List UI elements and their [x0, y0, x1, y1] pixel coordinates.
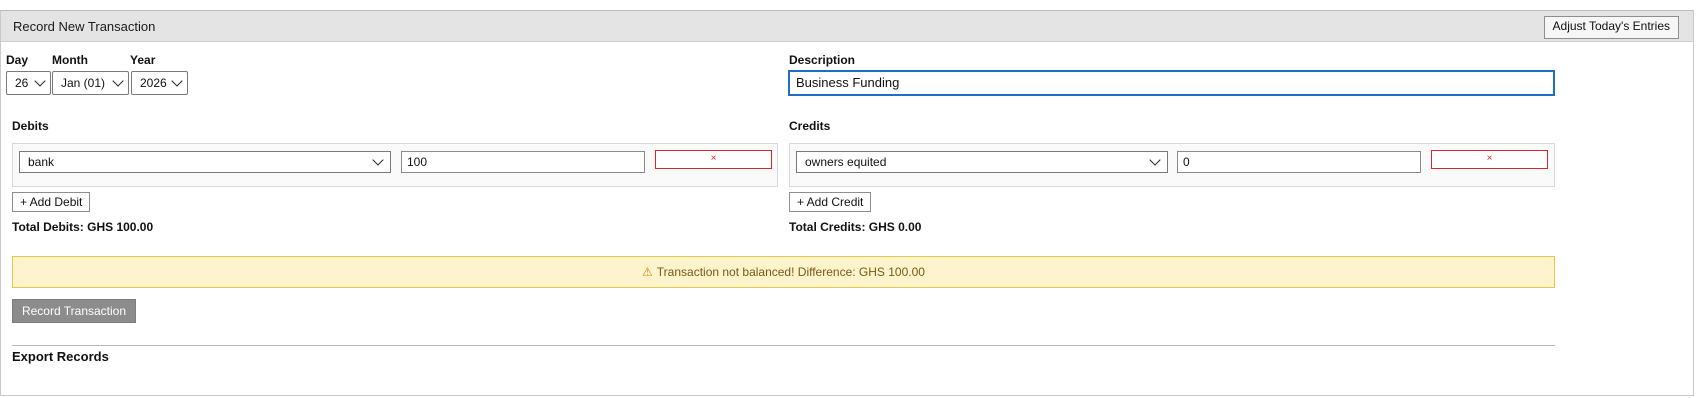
- debit-amount-input[interactable]: 100: [401, 151, 645, 173]
- warning-text: Transaction not balanced! Difference: GH…: [656, 265, 925, 279]
- remove-credit-button[interactable]: ×: [1431, 150, 1548, 169]
- description-input[interactable]: Business Funding: [788, 70, 1555, 96]
- year-select[interactable]: 2026: [131, 71, 188, 95]
- close-icon: ×: [710, 153, 717, 164]
- chevron-down-icon: [372, 154, 384, 166]
- credit-account-value: owners equited: [805, 155, 887, 169]
- record-transaction-button[interactable]: Record Transaction: [12, 299, 136, 323]
- credit-account-select[interactable]: owners equited: [796, 151, 1168, 173]
- divider: [12, 345, 1555, 346]
- close-icon: ×: [1486, 153, 1493, 164]
- debit-account-select[interactable]: bank: [19, 151, 391, 173]
- add-credit-button[interactable]: + Add Credit: [789, 192, 872, 212]
- credits-title: Credits: [789, 119, 831, 133]
- day-label: Day: [6, 53, 29, 67]
- description-label: Description: [789, 53, 856, 67]
- day-select[interactable]: 26: [6, 71, 51, 95]
- month-select[interactable]: Jan (01): [52, 71, 129, 95]
- add-debit-button[interactable]: + Add Debit: [12, 192, 91, 212]
- credit-amount-input[interactable]: 0: [1177, 151, 1421, 173]
- panel-title: Record New Transaction: [13, 19, 156, 34]
- warning-icon: ⚠: [642, 265, 653, 279]
- year-label: Year: [130, 53, 156, 67]
- debit-account-value: bank: [28, 155, 55, 169]
- remove-debit-button[interactable]: ×: [655, 150, 772, 169]
- adjust-todays-entries-button[interactable]: Adjust Today's Entries: [1543, 16, 1679, 39]
- unbalanced-warning: ⚠ Transaction not balanced! Difference: G…: [12, 256, 1555, 288]
- debit-entry-row: bank 100 ×: [12, 143, 778, 187]
- month-label: Month: [52, 53, 88, 67]
- export-records-title: Export Records: [12, 349, 109, 364]
- total-credits: Total Credits: GHS 0.00: [789, 220, 922, 234]
- chevron-down-icon: [171, 75, 183, 87]
- month-select-value: Jan (01): [61, 76, 106, 90]
- panel-header: Record New Transaction Adjust Today's En…: [1, 11, 1693, 42]
- day-select-value: 26: [15, 76, 29, 90]
- chevron-down-icon: [1149, 154, 1161, 166]
- year-select-value: 2026: [140, 76, 167, 90]
- total-debits: Total Debits: GHS 100.00: [12, 220, 154, 234]
- chevron-down-icon: [112, 75, 124, 87]
- debits-title: Debits: [12, 119, 49, 133]
- chevron-down-icon: [34, 75, 46, 87]
- credit-entry-row: owners equited 0 ×: [789, 143, 1555, 187]
